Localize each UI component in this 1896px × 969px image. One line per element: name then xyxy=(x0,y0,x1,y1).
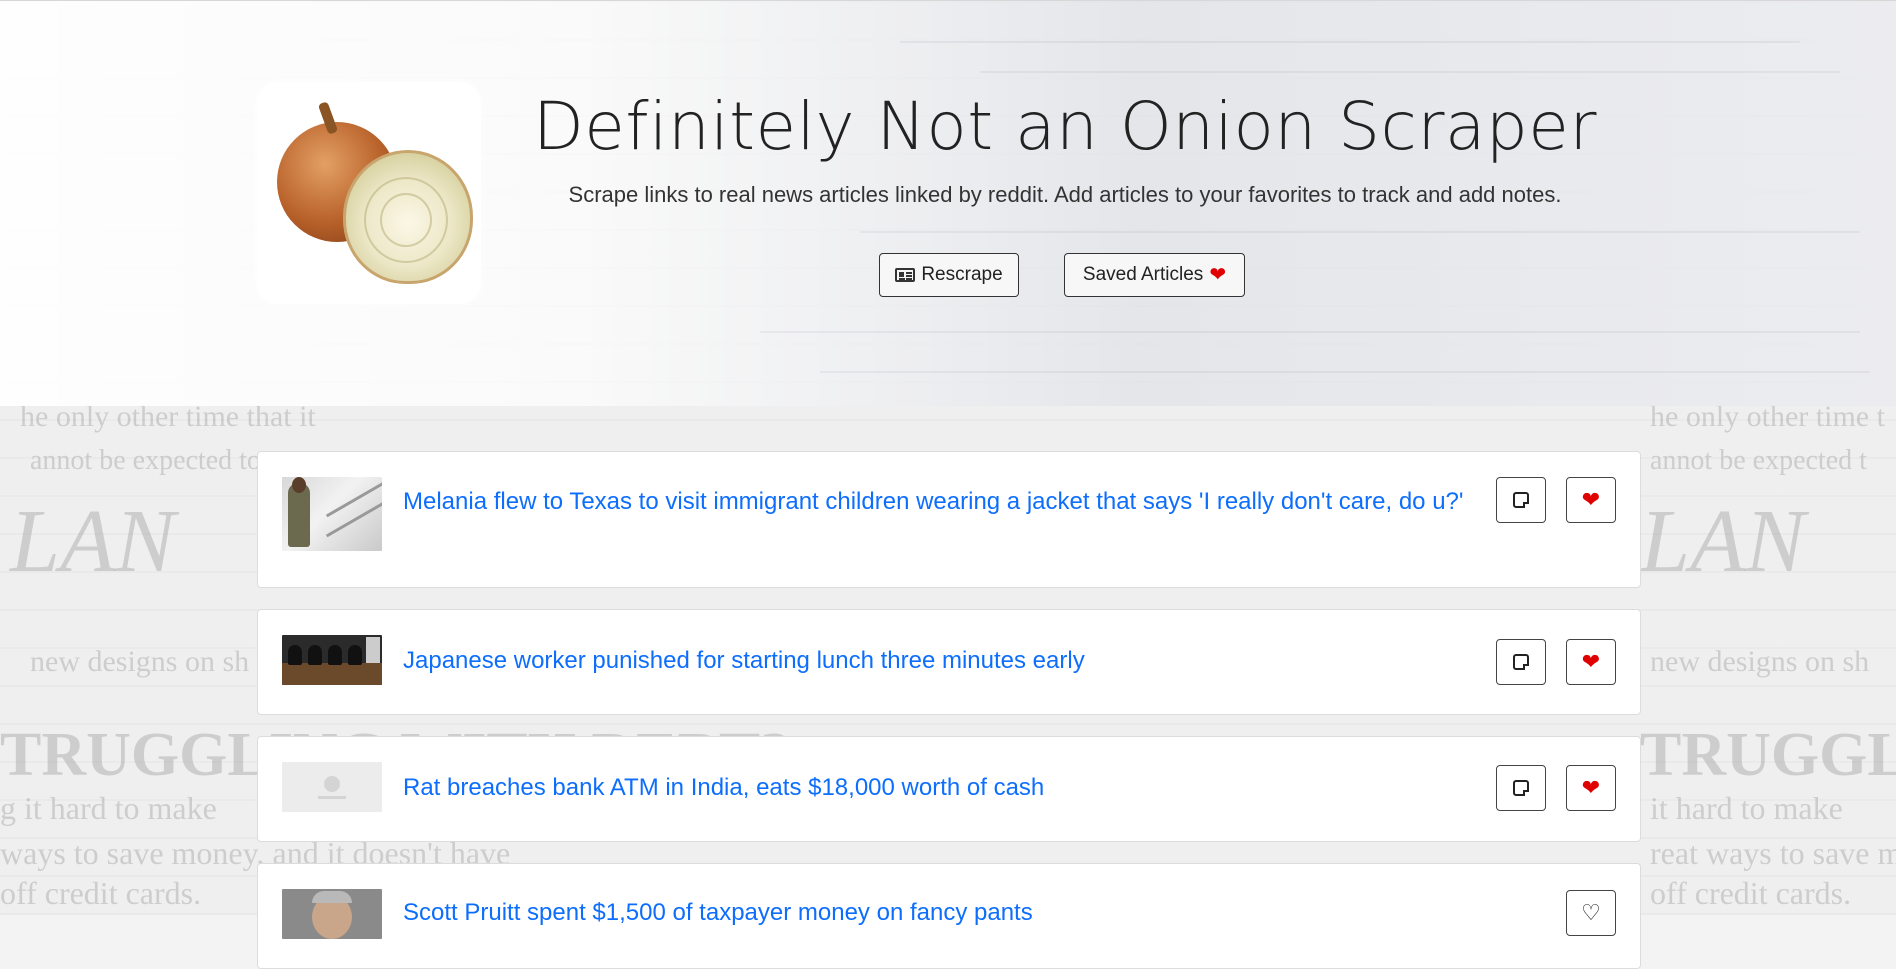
note-icon xyxy=(1513,780,1529,796)
article-card: Scott Pruitt spent $1,500 of taxpayer mo… xyxy=(257,863,1641,969)
article-card: Rat breaches bank ATM in India, eats $18… xyxy=(257,736,1641,842)
article-thumbnail xyxy=(282,477,382,551)
newspaper-icon xyxy=(895,268,916,282)
rescrape-button[interactable]: Rescrape xyxy=(879,253,1019,297)
favorite-button[interactable]: ❤ xyxy=(1566,639,1616,685)
article-thumbnail xyxy=(282,762,382,812)
favorite-button[interactable]: ♡ xyxy=(1566,890,1616,936)
note-icon xyxy=(1513,492,1529,508)
heart-outline-icon: ♡ xyxy=(1581,900,1601,925)
heart-icon: ❤ xyxy=(1581,487,1601,512)
article-link[interactable]: Melania flew to Texas to visit immigrant… xyxy=(403,487,1473,517)
note-button[interactable] xyxy=(1496,765,1546,811)
article-link[interactable]: Scott Pruitt spent $1,500 of taxpayer mo… xyxy=(403,898,1473,928)
article-card: Japanese worker punished for starting lu… xyxy=(257,609,1641,715)
heart-icon: ❤ xyxy=(1581,649,1601,674)
heart-icon: ❤ xyxy=(1581,775,1601,800)
article-link[interactable]: Japanese worker punished for starting lu… xyxy=(403,646,1473,676)
article-thumbnail xyxy=(282,889,382,939)
article-link[interactable]: Rat breaches bank ATM in India, eats $18… xyxy=(403,773,1473,803)
favorite-button[interactable]: ❤ xyxy=(1566,765,1616,811)
article-thumbnail xyxy=(282,635,382,685)
note-icon xyxy=(1513,654,1529,670)
page-title: Definitely Not an Onion Scraper xyxy=(532,88,1598,165)
saved-articles-button[interactable]: Saved Articles ❤ xyxy=(1064,253,1245,297)
note-button[interactable] xyxy=(1496,639,1546,685)
article-card: Melania flew to Texas to visit immigrant… xyxy=(257,451,1641,588)
page-subtitle: Scrape links to real news articles linke… xyxy=(568,182,1562,207)
rescrape-label: Rescrape xyxy=(921,264,1003,285)
note-button[interactable] xyxy=(1496,477,1546,523)
favorite-button[interactable]: ❤ xyxy=(1566,477,1616,523)
saved-articles-label: Saved Articles xyxy=(1082,264,1204,285)
onion-logo xyxy=(257,82,481,304)
heart-icon: ❤ xyxy=(1209,264,1227,286)
onion-half-image xyxy=(343,150,473,284)
